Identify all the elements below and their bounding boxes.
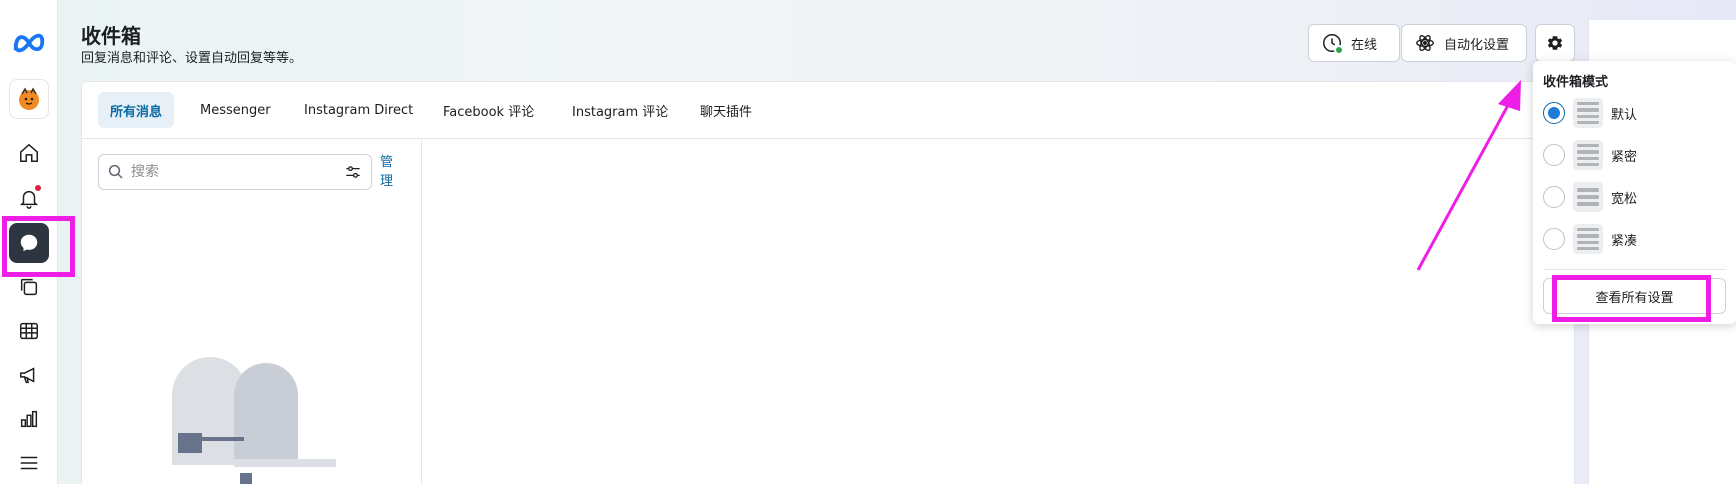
online-status-label: 在线 [1351, 37, 1378, 53]
mode-option-loose[interactable]: 宽松 [1543, 179, 1723, 215]
mode-loose-label: 宽松 [1611, 191, 1638, 207]
table-icon[interactable] [9, 311, 49, 351]
annotation-highlight-box [2, 216, 75, 277]
radio-dense[interactable] [1543, 228, 1565, 250]
automation-settings-label: 自动化设置 [1444, 37, 1510, 53]
page-subtitle: 回复消息和评论、设置自动回复等等。 [81, 51, 303, 66]
mode-default-label: 默认 [1611, 107, 1638, 123]
filter-sliders-icon[interactable] [343, 162, 363, 182]
search-icon [108, 164, 123, 179]
avatar-image [19, 87, 39, 110]
mode-dense-label: 紧凑 [1611, 233, 1638, 249]
radio-loose[interactable] [1543, 186, 1565, 208]
inbox-tabs: 所有消息 Messenger Instagram Direct Facebook… [82, 82, 1574, 139]
manage-link[interactable]: 管理 [380, 153, 396, 191]
notification-dot [35, 185, 41, 191]
conversation-list-column: 管理 [82, 139, 422, 484]
radio-default[interactable] [1543, 102, 1565, 124]
tab-facebook-comments[interactable]: Facebook 评论 [431, 92, 546, 128]
search-field[interactable] [98, 154, 372, 190]
online-dot [1334, 45, 1344, 55]
online-status-button[interactable]: 在线 [1308, 24, 1400, 62]
meta-logo-icon[interactable] [10, 24, 48, 62]
menu-icon[interactable] [9, 443, 49, 483]
mode-option-default[interactable]: 默认 [1543, 95, 1723, 131]
search-input[interactable] [131, 164, 337, 180]
mode-loose-thumbnail-icon [1573, 182, 1603, 212]
mode-compact-label: 紧密 [1611, 149, 1638, 165]
automation-settings-button[interactable]: 自动化设置 [1401, 24, 1527, 62]
mode-dense-thumbnail-icon [1573, 224, 1603, 254]
atom-icon [1416, 34, 1434, 52]
radio-compact[interactable] [1543, 144, 1565, 166]
settings-gear-button[interactable] [1535, 24, 1575, 62]
mode-option-dense[interactable]: 紧凑 [1543, 221, 1723, 257]
tab-messenger[interactable]: Messenger [188, 92, 283, 128]
empty-mailbox-illustration [172, 357, 336, 484]
tab-instagram-direct[interactable]: Instagram Direct [292, 92, 425, 128]
mode-compact-thumbnail-icon [1573, 140, 1603, 170]
mode-option-compact[interactable]: 紧密 [1543, 137, 1723, 173]
inbox-main-card: 所有消息 Messenger Instagram Direct Facebook… [81, 81, 1575, 484]
page-title: 收件箱 [81, 24, 141, 48]
tab-all-messages[interactable]: 所有消息 [98, 92, 175, 128]
bell-icon[interactable] [9, 178, 49, 218]
tab-instagram-comments[interactable]: Instagram 评论 [560, 92, 680, 128]
popover-divider [1543, 269, 1726, 270]
annotation-highlight-box [1552, 275, 1711, 322]
gear-icon [1547, 36, 1563, 50]
mode-default-thumbnail-icon [1573, 98, 1603, 128]
home-icon[interactable] [9, 133, 49, 173]
popover-title: 收件箱模式 [1543, 75, 1609, 90]
bar-chart-icon[interactable] [9, 399, 49, 439]
avatar[interactable] [9, 79, 49, 119]
tab-chat-plugin[interactable]: 聊天插件 [688, 92, 764, 128]
megaphone-icon[interactable] [9, 355, 49, 395]
clock-icon [1321, 32, 1344, 55]
